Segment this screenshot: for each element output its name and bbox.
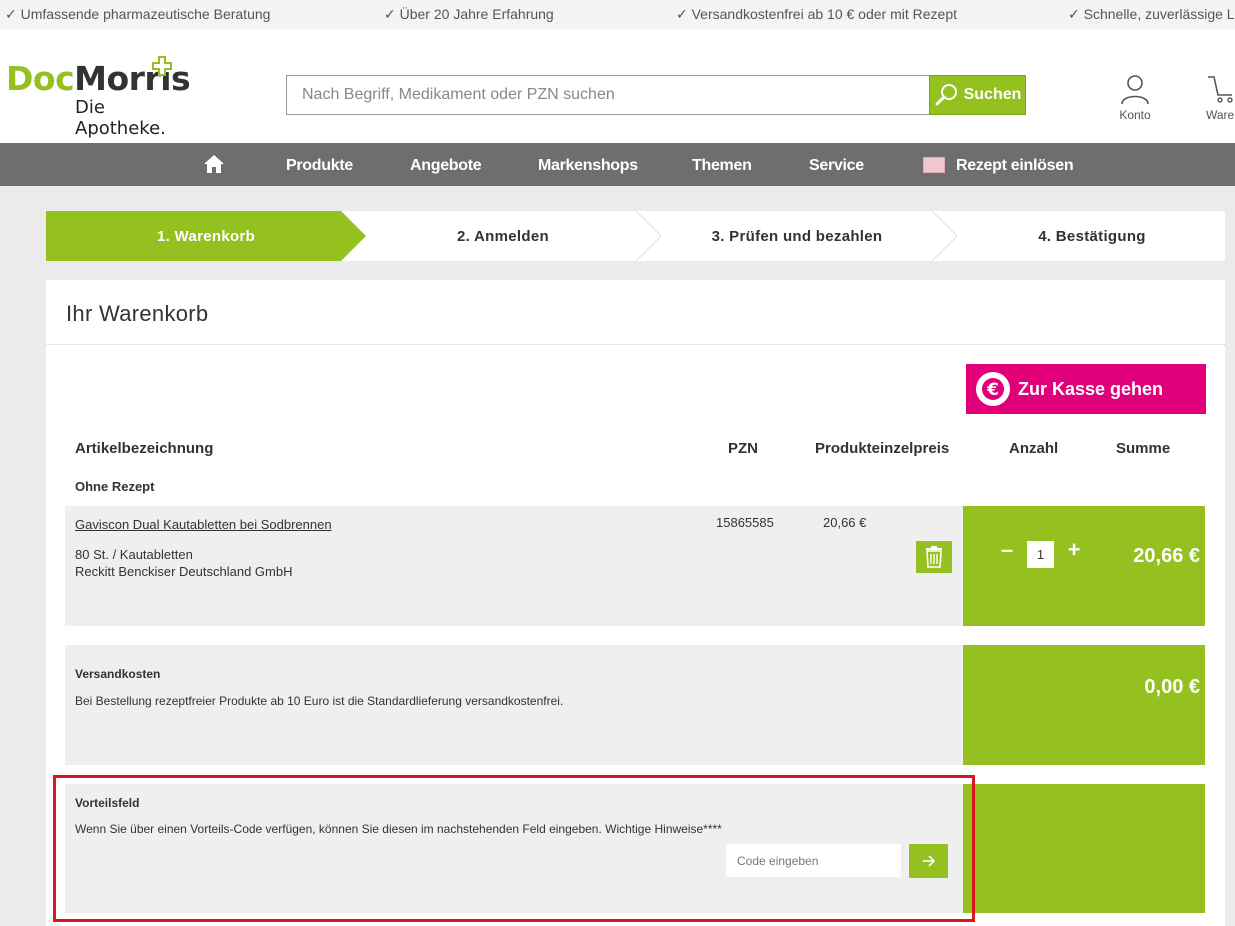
prescription-icon (923, 157, 945, 173)
svg-text:€: € (986, 380, 999, 400)
trash-icon (926, 546, 942, 568)
usp-bar: ✓ Umfassende pharmazeutische Beratung ✓ … (0, 0, 1235, 29)
euro-icon: € (976, 372, 1010, 406)
item-sum: 20,66 € (1133, 545, 1200, 567)
nav-item-angebote[interactable]: Angebote (410, 157, 482, 175)
usp-item: ✓ Umfassende pharmazeutische Beratung (5, 6, 271, 22)
shipping-title: Versandkosten (75, 667, 161, 681)
section-label: Ohne Rezept (75, 479, 155, 494)
shipping-sum: 0,00 € (1144, 676, 1200, 698)
voucher-row: Vorteilsfeld Wenn Sie über einen Vorteil… (65, 784, 963, 913)
cart-link[interactable]: Ware (1206, 73, 1235, 123)
step-anmelden: 2. Anmelden (457, 227, 549, 245)
page-title: Ihr Warenkorb (66, 301, 209, 326)
nav-item-markenshops[interactable]: Markenshops (538, 157, 638, 175)
checkout-label: Zur Kasse gehen (1018, 378, 1164, 399)
step-warenkorb: 1. Warenkorb (156, 227, 256, 245)
cart-item-row: Gaviscon Dual Kautabletten bei Sodbrenne… (65, 506, 963, 626)
search-icon (935, 84, 957, 106)
shipping-row: Versandkosten Bei Bestellung rezeptfreie… (65, 645, 963, 765)
nav-item-service[interactable]: Service (809, 157, 864, 175)
product-maker: Reckitt Benckiser Deutschland GmbH (75, 564, 293, 579)
usp-item: ✓ Über 20 Jahre Erfahrung (384, 6, 554, 22)
cart-panel: Ihr Warenkorb € Zur Kasse gehen Artikelb… (46, 280, 1225, 926)
checkout-button[interactable]: € Zur Kasse gehen (966, 364, 1206, 414)
cart-item-summary: – + 20,66 € (963, 506, 1205, 626)
product-name-link[interactable]: Gaviscon Dual Kautabletten bei Sodbrenne… (75, 517, 332, 532)
shipping-text: Bei Bestellung rezeptfreier Produkte ab … (75, 694, 564, 708)
docmorris-logo[interactable]: DocMorris Die Apotheke. (6, 56, 196, 139)
search-button-label: Suchen (963, 86, 1022, 103)
home-icon[interactable] (203, 154, 225, 174)
column-qty: Anzahl (1009, 440, 1059, 457)
qty-decrease-button[interactable]: – (997, 539, 1017, 561)
account-link[interactable]: Konto (1114, 73, 1156, 123)
search-input[interactable] (286, 75, 930, 115)
usp-item: ✓ Versandkostenfrei ab 10 € oder mit Rez… (676, 6, 957, 22)
site-header: DocMorris Die Apotheke. Suchen Konto (0, 29, 1235, 143)
logo-subtitle: Die Apotheke. (75, 97, 166, 139)
logo-morris: Morris (74, 59, 191, 98)
divider (46, 344, 1225, 345)
cross-icon (152, 56, 172, 76)
shipping-summary: 0,00 € (963, 645, 1205, 765)
arrow-right-icon (922, 855, 935, 867)
main-nav: Produkte Angebote Markenshops Themen Ser… (0, 143, 1235, 186)
product-pack: 80 St. / Kautabletten (75, 547, 193, 562)
user-icon (1121, 75, 1149, 105)
checkout-steps: 1. Warenkorb 2. Anmelden 3. Prüfen und b… (46, 211, 1225, 261)
nav-item-themen[interactable]: Themen (692, 157, 752, 175)
account-label: Konto (1119, 108, 1151, 122)
cart-label: Ware (1206, 108, 1235, 122)
voucher-code-input[interactable] (726, 844, 901, 877)
voucher-title: Vorteilsfeld (75, 796, 140, 810)
logo-doc: Doc (6, 59, 75, 98)
product-unit-price: 20,66 € (823, 515, 867, 530)
step-pruefen-bezahlen: 3. Prüfen und bezahlen (711, 227, 883, 245)
search-button[interactable]: Suchen (929, 75, 1026, 115)
nav-item-rezept-einloesen[interactable]: Rezept einlösen (956, 157, 1074, 175)
column-pzn: PZN (728, 440, 758, 457)
voucher-text: Wenn Sie über einen Vorteils-Code verfüg… (75, 822, 722, 836)
column-sum: Summe (1116, 440, 1171, 457)
usp-item: ✓ Schnelle, zuverlässige Liefe (1068, 6, 1235, 22)
qty-increase-button[interactable]: + (1064, 539, 1084, 561)
remove-item-button[interactable] (916, 541, 952, 573)
column-unit-price: Produkteinzelpreis (815, 440, 950, 457)
cart-icon (1208, 76, 1233, 103)
column-article: Artikelbezeichnung (75, 440, 214, 457)
voucher-submit-button[interactable] (909, 844, 948, 878)
nav-item-produkte[interactable]: Produkte (286, 157, 353, 175)
step-bestaetigung: 4. Bestätigung (1038, 227, 1146, 245)
qty-input[interactable] (1027, 541, 1054, 568)
voucher-summary (963, 784, 1205, 913)
product-pzn: 15865585 (716, 515, 774, 530)
search-bar: Suchen (286, 75, 1026, 115)
